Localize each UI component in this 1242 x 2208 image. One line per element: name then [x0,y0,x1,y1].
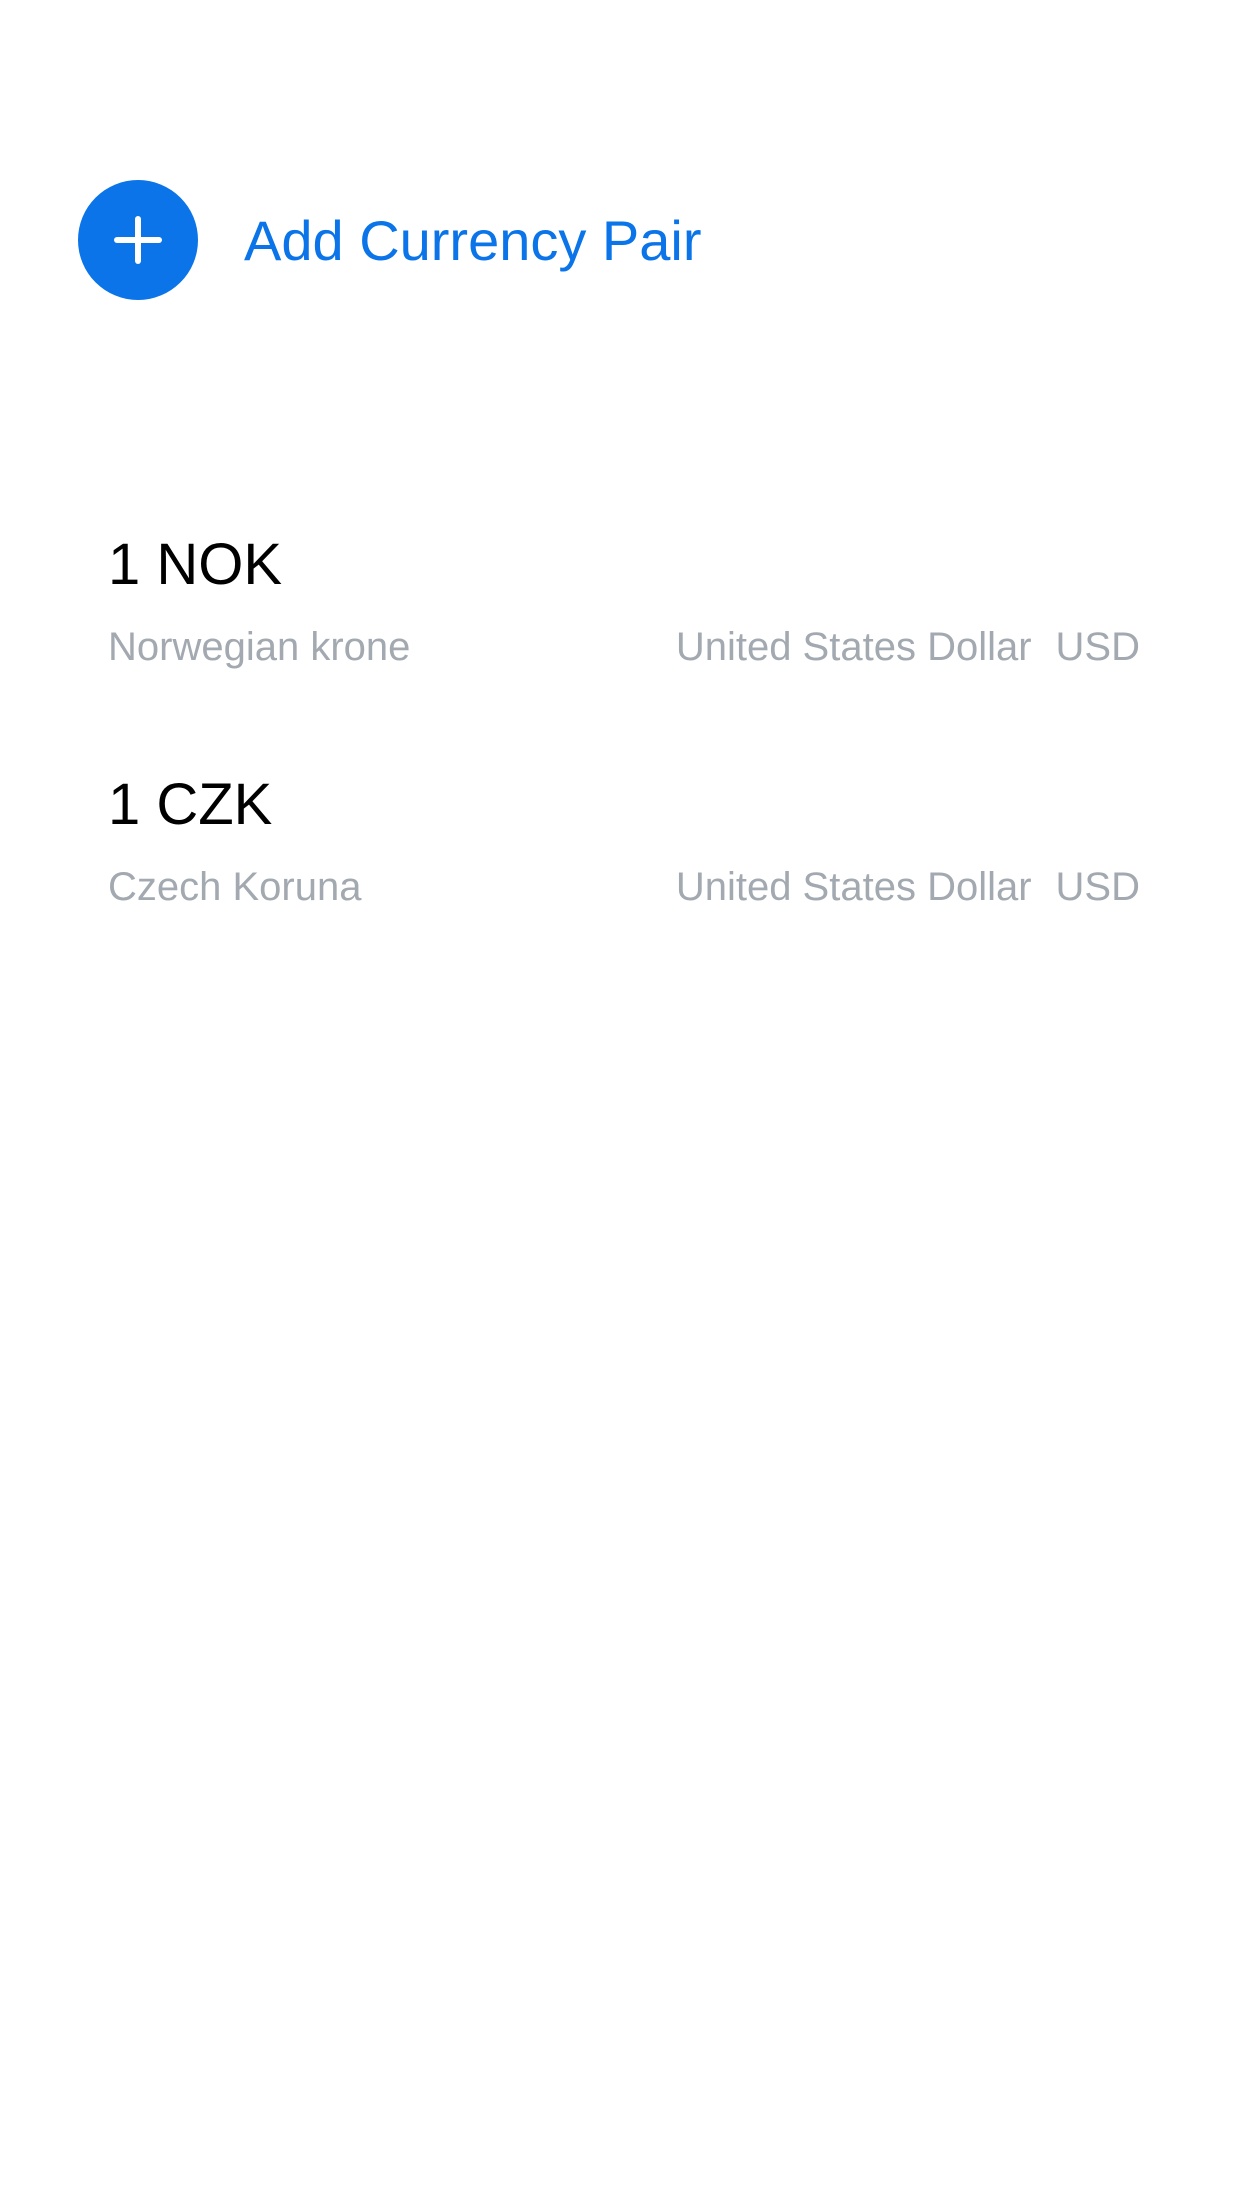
plus-icon-vertical [135,216,141,264]
pair-target-currency-code: USD [1055,625,1140,669]
currency-pair-row[interactable]: 1 NOK Norwegian krone United States Doll… [0,520,1242,760]
pair-base-amount: 1 CZK [108,772,273,837]
pair-base-currency-name: Czech Koruna [108,865,362,909]
pair-target-currency-name: United States Dollar [675,865,1032,909]
currency-pair-row[interactable]: 1 CZK Czech Koruna United States Dollar … [0,760,1242,1000]
pair-target-currency-code: USD [1055,865,1140,909]
pair-base-amount: 1 NOK [108,532,283,597]
pair-target-currency-name: United States Dollar [675,625,1032,669]
pair-target-currency: United States Dollar USD [676,862,1140,912]
add-currency-pair-button[interactable]: Add Currency Pair [78,180,702,300]
app-screen: Add Currency Pair 1 NOK Norwegian krone … [0,0,1242,2208]
pair-base-currency-name: Norwegian krone [108,625,411,669]
plus-icon[interactable] [78,180,198,300]
add-currency-pair-label[interactable]: Add Currency Pair [244,208,702,273]
pair-target-currency: United States Dollar USD [676,622,1140,672]
currency-pair-list: 1 NOK Norwegian krone United States Doll… [0,520,1242,1000]
